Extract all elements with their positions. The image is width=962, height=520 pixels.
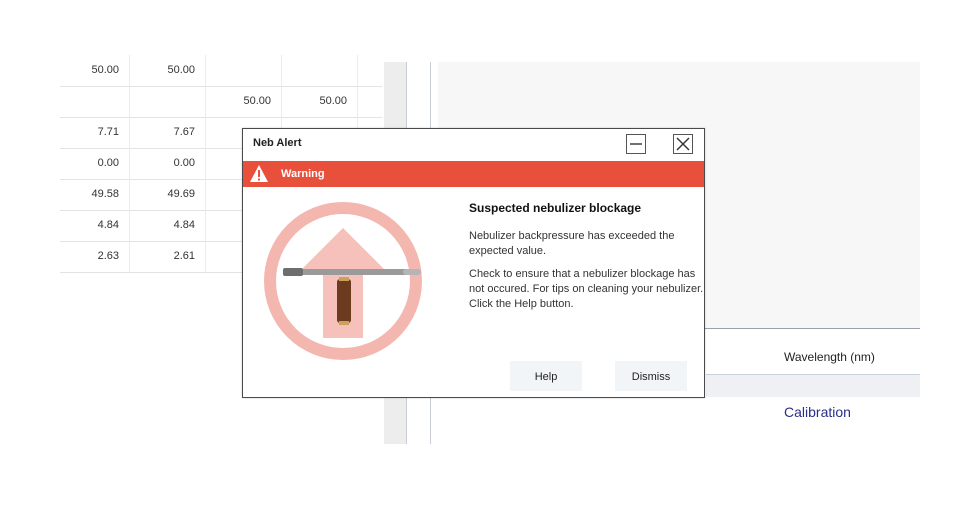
table-cell: [60, 86, 130, 117]
minimize-button[interactable]: [626, 134, 646, 154]
table-cell: [282, 55, 358, 86]
plot-toolbar: [706, 374, 920, 397]
table-cell: 50.00: [130, 55, 206, 86]
table-cell: 2.61: [130, 241, 206, 272]
table-cell: 4.84: [60, 210, 130, 241]
table-cell: [130, 86, 206, 117]
table-cell: 49.69: [130, 179, 206, 210]
table-cell: 50.00: [206, 86, 282, 117]
minimize-icon: [630, 143, 642, 145]
calibration-tab[interactable]: Calibration: [784, 404, 851, 420]
wavelength-axis-label: Wavelength (nm): [784, 350, 875, 364]
warning-banner: Warning: [243, 161, 704, 187]
alert-message-1: Nebulizer backpressure has exceeded the …: [469, 230, 675, 257]
table-cell: 7.71: [60, 117, 130, 148]
close-button[interactable]: [673, 134, 693, 154]
table-row: 50.00 50.00: [60, 55, 382, 87]
dialog-title: Neb Alert: [253, 137, 302, 149]
nebulizer-pressure-up-icon: [264, 202, 422, 360]
close-icon: [676, 137, 690, 151]
table-row: 50.00 50.00: [60, 86, 382, 118]
warning-label: Warning: [281, 168, 325, 180]
table-cell: 49.58: [60, 179, 130, 210]
table-cell: 50.00: [282, 86, 358, 117]
alert-heading: Suspected nebulizer blockage: [469, 201, 642, 215]
table-cell: 2.63: [60, 241, 130, 272]
dismiss-button[interactable]: Dismiss: [615, 361, 687, 391]
table-cell: 0.00: [130, 148, 206, 179]
table-cell: 0.00: [60, 148, 130, 179]
alert-message-2: Check to ensure that a nebulizer blockag…: [469, 268, 704, 310]
warning-triangle-icon: [250, 165, 268, 182]
help-button[interactable]: Help: [510, 361, 582, 391]
table-cell: 7.67: [130, 117, 206, 148]
table-cell: 50.00: [60, 55, 130, 86]
table-cell: 4.84: [130, 210, 206, 241]
neb-alert-dialog: Neb Alert Warning Suspected nebulizer bl…: [242, 128, 705, 398]
table-cell: [206, 55, 282, 86]
